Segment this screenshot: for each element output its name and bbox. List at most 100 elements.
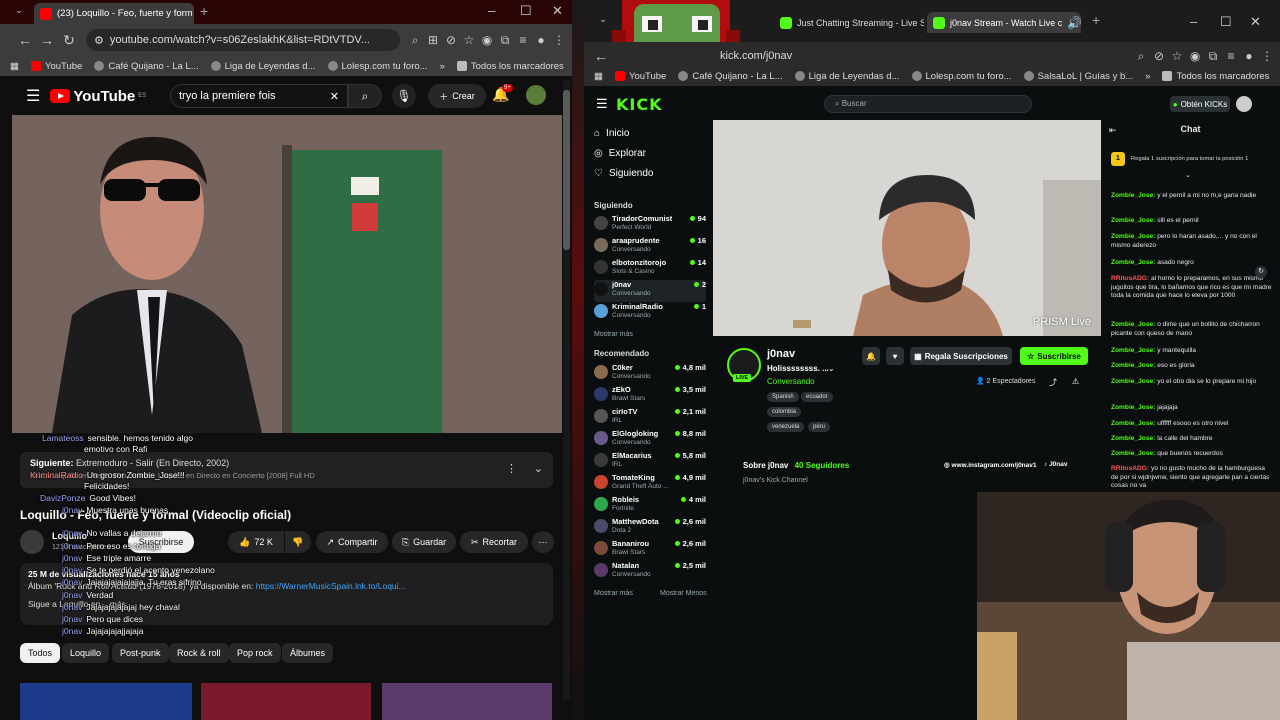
show-more-following[interactable]: Mostrar más [594, 331, 633, 338]
save-button[interactable]: ⎘ Guardar [392, 531, 456, 553]
bookmark-item[interactable]: Liga de Leyendas d... [210, 61, 316, 72]
bookmark-item[interactable]: Lolesp.com tu foro... [327, 61, 428, 72]
show-less-recommended[interactable]: Mostrar Menos [660, 590, 707, 597]
stream-tag[interactable]: venezuela [767, 422, 805, 432]
tiktok-link[interactable]: ♪ J0nav [1044, 461, 1068, 468]
search-input[interactable]: ⌕ Buscar [824, 95, 1032, 113]
youtube-logo[interactable]: YouTube ES [50, 88, 146, 105]
more-options-icon[interactable]: ⋮ [506, 462, 517, 475]
bookmark-item[interactable]: Liga de Leyendas d... [794, 71, 900, 82]
site-info-icon[interactable]: ⚙ [94, 34, 104, 47]
bookmark-star-icon[interactable]: ☆ [1168, 49, 1186, 63]
dislike-button[interactable]: 👎 [285, 531, 311, 553]
create-button[interactable]: ＋ Crear [428, 84, 486, 108]
new-tab-icon[interactable]: + [1092, 12, 1100, 28]
puzzle-icon[interactable]: ⧉ [1204, 49, 1222, 63]
sidebar-channel[interactable]: TomateKing Grand Theft Auto ... 4,9 mil [594, 473, 706, 495]
chevron-down-icon[interactable]: ⌄ [534, 462, 543, 475]
scroll-chat-icon[interactable]: ↻ [1255, 266, 1267, 278]
follow-button[interactable]: ♥ [886, 347, 904, 365]
stream-tag[interactable]: péru [808, 422, 831, 432]
stream-tag[interactable]: Spanish [767, 392, 799, 402]
stream-player[interactable]: PRISM Live [713, 120, 1101, 336]
like-button[interactable]: 👍 72 K [228, 531, 284, 553]
search-input[interactable]: tryo la premiere fois ✕ [170, 84, 348, 108]
bookmark-item[interactable]: Café Quijano - La L... [94, 61, 199, 72]
nav-home[interactable]: ⌂ Inicio [594, 128, 629, 139]
bookmarks-overflow[interactable]: » [1145, 71, 1150, 82]
sidebar-channel[interactable]: araaprudente Conversando 16 [594, 236, 706, 258]
chip-all[interactable]: Todos [20, 643, 61, 663]
eye-off-icon[interactable]: ⊘ [442, 33, 460, 47]
maximize-icon[interactable]: ☐ [1220, 14, 1232, 30]
sidebar-channel[interactable]: Bananirou Brawl Stars 2,6 mil [594, 539, 706, 561]
stream-tag[interactable]: ecuador [801, 392, 833, 402]
related-thumbnail[interactable] [382, 683, 552, 720]
scrollbar[interactable] [563, 80, 570, 700]
stream-tag[interactable]: colombia [767, 407, 802, 417]
sidebar-channel[interactable]: Robleis Fortnite 4 mil [594, 495, 706, 517]
clear-search-icon[interactable]: ✕ [330, 90, 339, 103]
audio-icon[interactable]: 🔊 [1067, 16, 1081, 30]
tab-youtube[interactable]: (23) Loquillo - Feo, fuerte y form ✕ [34, 3, 194, 24]
more-actions-button[interactable]: ⋯ [532, 531, 554, 553]
sidebar-channel[interactable]: ElGlogloking Conversando 8,8 mil [594, 429, 706, 451]
gift-subs-button[interactable]: ▦ Regala Suscripciones [910, 347, 1012, 365]
all-bookmarks[interactable]: Todos los marcadores [456, 61, 564, 72]
chip-albums[interactable]: Álbumes [282, 643, 334, 663]
clip-button[interactable]: ✂ Recortar [460, 531, 528, 553]
bookmark-item[interactable]: Lolesp.com tu foro... [911, 71, 1012, 82]
album-link[interactable]: https://WarnerMusicSpain.lnk.to/Loqui... [256, 581, 406, 591]
gift-leaderboard[interactable]: 1 Regala 1 suscripción para tomar la pos… [1111, 146, 1272, 172]
close-window-icon[interactable]: ✕ [552, 3, 563, 19]
pin-toggle-icon[interactable]: ⌄ [1185, 172, 1191, 181]
tab-just-chatting[interactable]: Just Chatting Streaming - Live S ✕ [774, 12, 924, 33]
all-bookmarks[interactable]: Todos los marcadores [1162, 71, 1269, 82]
url-field[interactable]: ⚙ youtube.com/watch?v=s06ZeslakhK&list=R… [86, 29, 400, 51]
extension-icon[interactable]: ◉ [1186, 49, 1204, 63]
report-icon[interactable]: ⚠ [1072, 377, 1079, 386]
apps-icon[interactable]: ▦ [594, 71, 603, 82]
stream-category[interactable]: Conversando [767, 377, 815, 386]
minimize-icon[interactable]: – [1190, 14, 1197, 29]
sidebar-channel[interactable]: TiradorComunista Perfect World 94 [594, 214, 706, 236]
sidebar-channel[interactable]: C0ker Conversando 4,8 mil [594, 363, 706, 385]
chevron-down-icon[interactable]: ⌄ [828, 364, 835, 373]
related-thumbnail[interactable] [201, 683, 371, 720]
chip-loquillo[interactable]: Loquillo [62, 643, 110, 663]
bookmark-item[interactable]: YouTube [614, 71, 666, 82]
close-window-icon[interactable]: ✕ [1250, 14, 1261, 30]
instagram-link[interactable]: ◎ www.instagram.com/j0nav1 [944, 461, 1037, 469]
nav-following[interactable]: ♡ Siguiendo [594, 168, 653, 179]
tab-search-icon[interactable]: ⌄ [8, 5, 30, 16]
sidebar-channel[interactable]: cirIoTV IRL 2,1 mil [594, 407, 706, 429]
menu-icon[interactable]: ⋮ [1258, 49, 1276, 63]
sidebar-channel[interactable]: KriminalRadio Conversando 1 [594, 302, 706, 324]
extension-icon[interactable]: ◉ [478, 33, 496, 47]
sidebar-channel[interactable]: ElMacarius IRL 5,8 mil [594, 451, 706, 473]
channel-avatar[interactable] [20, 530, 44, 554]
subscribe-button[interactable]: ☆ Suscribirse [1020, 347, 1088, 365]
hamburger-icon[interactable]: ☰ [26, 86, 40, 106]
related-thumbnail[interactable] [20, 683, 192, 720]
new-tab-icon[interactable]: + [200, 3, 208, 19]
profile-icon[interactable]: ● [532, 33, 550, 47]
tab-j0nav[interactable]: j0nav Stream - Watch Live c 🔊 ✕ [927, 12, 1081, 33]
kick-logo[interactable]: KICK [616, 95, 663, 114]
share-icon[interactable]: ⤴ [1049, 377, 1057, 388]
get-kicks-button[interactable]: ● Obtén KICKs [1170, 96, 1230, 112]
back-icon[interactable]: ← [590, 48, 612, 64]
sidebar-channel[interactable]: MatthewDota Dota 2 2,6 mil [594, 517, 706, 539]
menu-icon[interactable]: ⋮ [550, 33, 568, 47]
minimize-icon[interactable]: – [488, 3, 495, 18]
media-icon[interactable]: ≡ [514, 33, 532, 47]
reload-icon[interactable]: ↻ [58, 32, 80, 49]
streamer-name[interactable]: j0nav [767, 348, 795, 360]
sidebar-channel[interactable]: Natalan Conversando 2,5 mil [594, 561, 706, 583]
apps-icon[interactable]: ▦ [10, 61, 19, 72]
notifications-button[interactable]: 🔔 [862, 347, 880, 365]
install-icon[interactable]: ⊞ [424, 33, 442, 47]
tab-search-icon[interactable]: ⌄ [592, 14, 614, 25]
profile-icon[interactable]: ● [1240, 49, 1258, 63]
media-icon[interactable]: ≡ [1222, 49, 1240, 63]
